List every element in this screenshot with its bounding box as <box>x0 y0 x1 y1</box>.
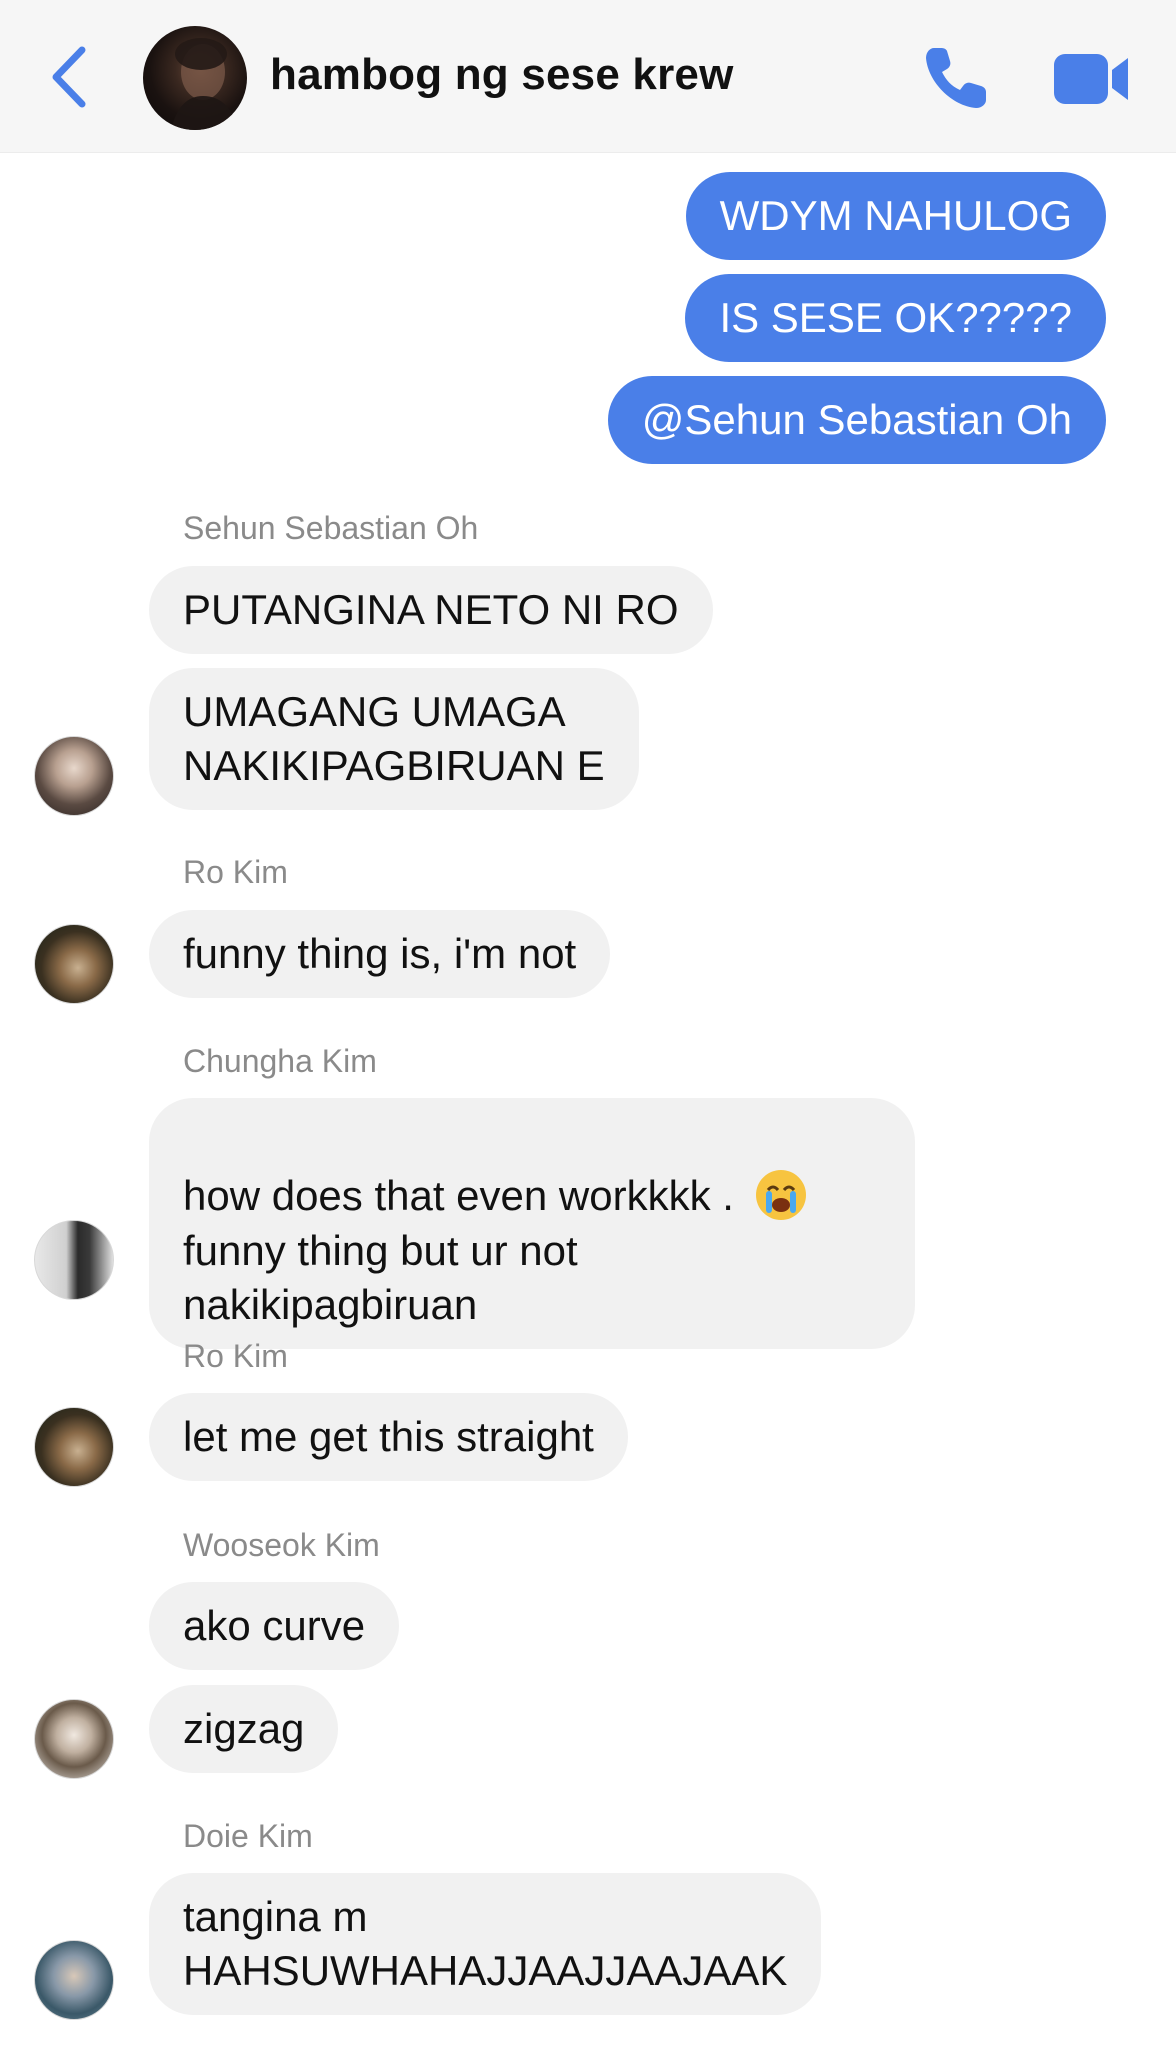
chat-title[interactable]: hambog ng sese krew <box>270 50 734 100</box>
phone-icon <box>926 48 986 108</box>
incoming-message[interactable]: UMAGANG UMAGA NAKIKIPAGBIRUAN E <box>149 668 639 810</box>
incoming-message[interactable]: let me get this straight <box>149 1393 628 1481</box>
incoming-message[interactable]: ako curve <box>149 1582 400 1670</box>
outgoing-message[interactable]: IS SESE OK????? <box>685 274 1106 362</box>
incoming-message[interactable]: PUTANGINA NETO NI RO <box>149 566 713 654</box>
avatar-chungha-kim[interactable] <box>34 1220 114 1300</box>
outgoing-message-mention[interactable]: @Sehun Sebastian Oh <box>607 376 1106 464</box>
incoming-message[interactable]: how does that even workkkk . funny thing… <box>149 1098 915 1349</box>
sender-name: Wooseok Kim <box>183 1527 380 1563</box>
call-button[interactable] <box>920 42 992 114</box>
video-camera-icon <box>1054 54 1128 104</box>
avatar-doie-kim[interactable] <box>34 1940 114 2020</box>
group-avatar-image <box>171 38 239 130</box>
avatar-ro-kim[interactable] <box>34 1407 114 1487</box>
loudly-crying-face-icon <box>755 1169 806 1220</box>
sender-name: Doie Kim <box>183 1818 313 1854</box>
incoming-message[interactable]: zigzag <box>149 1685 339 1773</box>
incoming-message[interactable]: funny thing is, i'm not <box>149 910 611 998</box>
message-text: how does that even workkkk . <box>183 1172 746 1219</box>
outgoing-message[interactable]: WDYM NAHULOG <box>685 172 1106 260</box>
chat-header: hambog ng sese krew <box>0 0 1176 153</box>
group-avatar[interactable] <box>143 26 247 130</box>
sender-name: Ro Kim <box>183 1338 288 1374</box>
avatar-wooseok-kim[interactable] <box>34 1699 114 1779</box>
back-button[interactable] <box>42 44 98 110</box>
video-call-button[interactable] <box>1052 52 1132 106</box>
sender-name: Sehun Sebastian Oh <box>183 510 479 546</box>
sender-name: Ro Kim <box>183 854 288 890</box>
sender-name: Chungha Kim <box>183 1043 377 1079</box>
avatar-sehun-sebastian-oh[interactable] <box>34 736 114 816</box>
message-text: funny thing but ur not nakikipagbiruan <box>183 1226 578 1328</box>
incoming-message[interactable]: tangina m HAHSUWHAHAJJAAJJAAJAAK <box>149 1873 822 2015</box>
chevron-left-icon <box>52 46 86 108</box>
avatar-ro-kim[interactable] <box>34 924 114 1004</box>
